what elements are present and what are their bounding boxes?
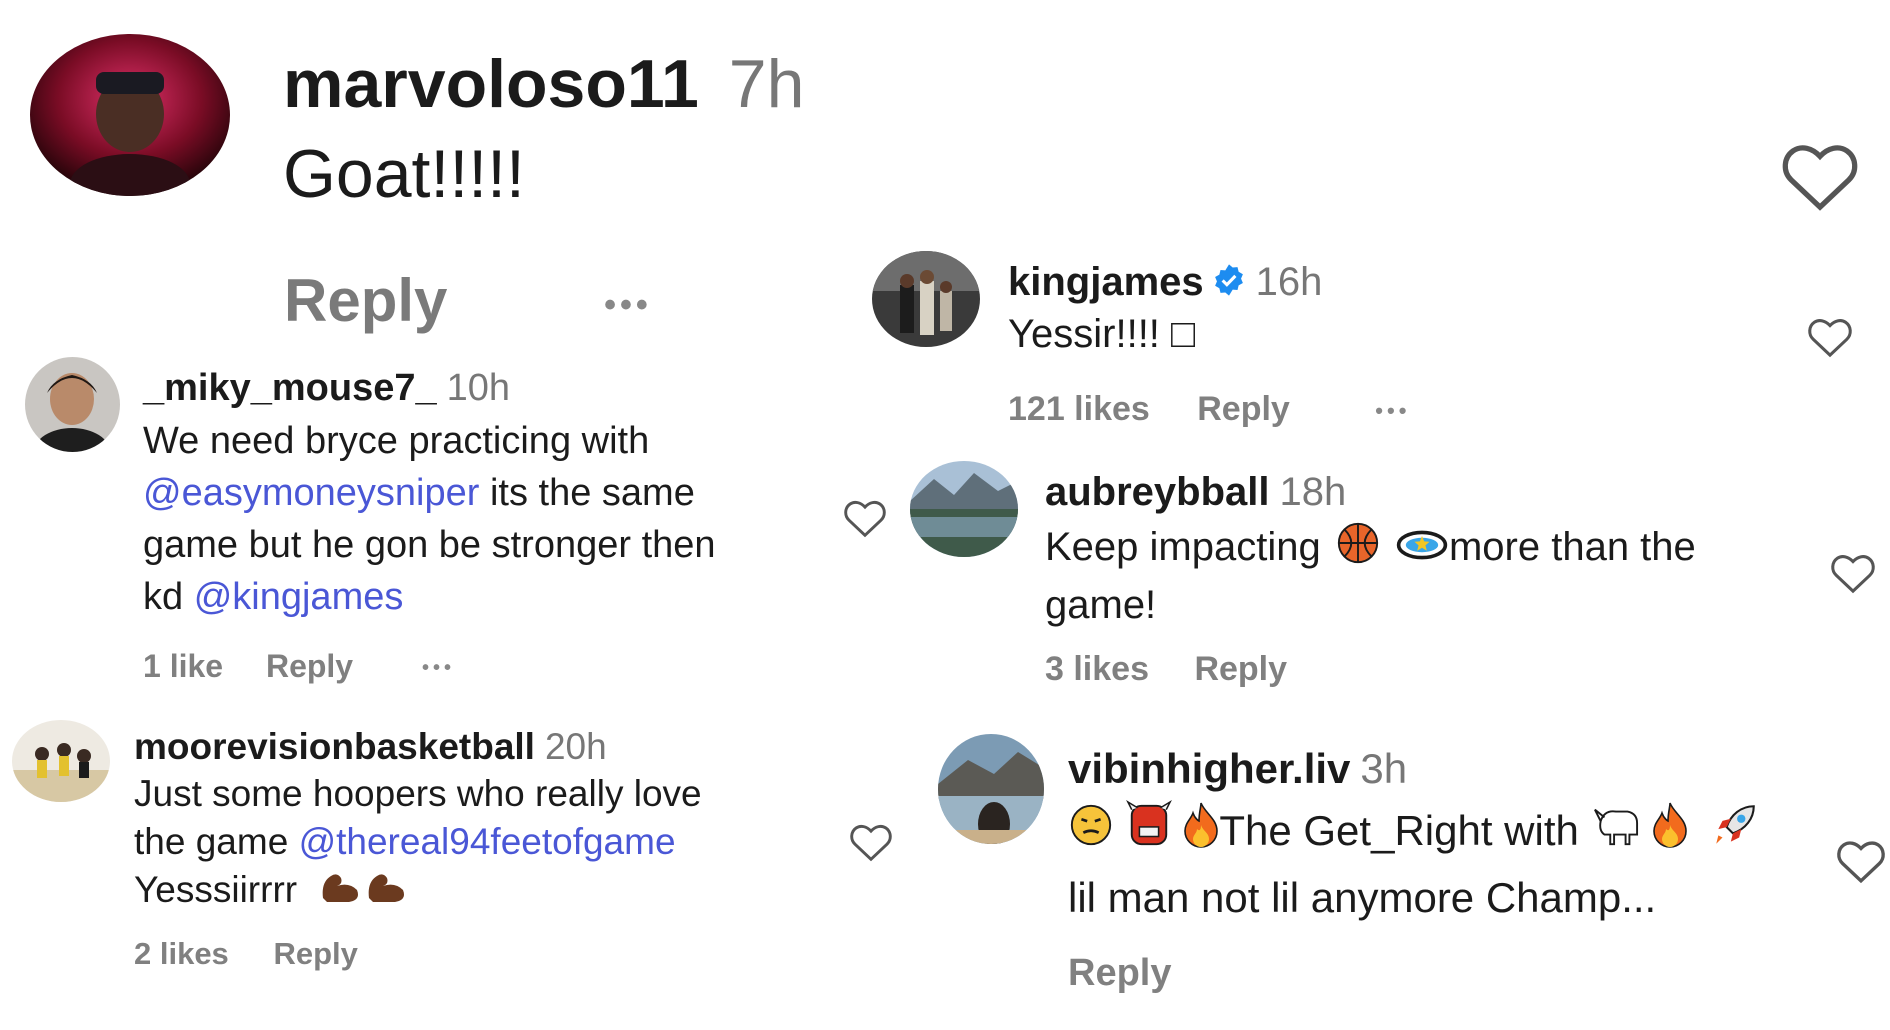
like-heart-icon[interactable] [1835,838,1887,884]
timestamp: 7h [728,46,805,122]
comment-line-text: The Get_Right with [1219,807,1579,854]
comment-body: The Get_Right with lil man not lil anymo… [1068,800,1760,929]
avatar-marvoloso11[interactable] [30,34,230,196]
comment-line-text: its the same [479,472,695,514]
comment-line: game but he gon be stronger then [143,524,716,566]
timestamp: 16h [1255,260,1323,304]
username[interactable]: _miky_mouse7_ [143,367,437,409]
username[interactable]: moorevisionbasketball [134,726,535,767]
flexed-biceps-emoji [319,868,411,916]
likes-count[interactable]: 2 likes [134,936,229,972]
comment-line: kd @kingjames [143,571,716,623]
comment-line-text: more than the [1448,525,1696,570]
avatar-image [872,251,980,347]
comment-line: Just some hoopers who really love [134,773,702,814]
like-heart-icon[interactable] [1828,552,1878,594]
comment-line: Yesssiirrrr [134,866,702,916]
comment-line: lil man not lil anymore Champ... [1068,874,1657,922]
pouting-face-emoji [1068,802,1114,865]
timestamp: 18h [1279,470,1347,514]
comment-text: Goat!!!!! [283,136,525,212]
comment-line: Keep impacting more than the [1045,520,1696,579]
timestamp: 10h [446,367,511,409]
timestamp: 20h [544,726,607,767]
username[interactable]: aubreybball [1045,470,1270,514]
comment-line-text: Keep impacting [1045,525,1332,570]
dizzy-emoji [1395,524,1449,576]
username[interactable]: marvoloso11 [283,46,699,122]
avatar-miky-mouse7[interactable] [25,357,120,452]
avatar-image [30,34,230,196]
like-heart-icon[interactable] [1805,316,1855,358]
mention-link[interactable]: @thereal94feetofgame [299,821,676,862]
more-options-button[interactable]: ••• [422,657,455,680]
likes-count[interactable]: 121 likes [1008,390,1150,429]
avatar-image [25,357,120,452]
avatar-kingjames[interactable] [872,251,980,347]
username[interactable]: vibinhigher.liv [1068,745,1350,792]
reply-button[interactable]: Reply [266,648,353,685]
avatar-image [938,734,1044,844]
more-options-button[interactable]: ••• [1375,398,1410,424]
reply-button[interactable]: Reply [284,266,447,335]
timestamp: 3h [1360,745,1408,792]
reply-button[interactable]: Reply [1194,650,1287,689]
verified-badge-icon [1212,260,1246,308]
comment-line-text: kd [143,576,194,618]
fire-emoji [1652,801,1688,866]
reply-button[interactable]: Reply [273,936,357,972]
comment-line: The Get_Right with [1068,800,1760,867]
ogre-mask-emoji [1125,800,1172,867]
comment-line: We need bryce practicing with [143,420,650,462]
username[interactable]: kingjames [1008,260,1204,304]
comment-line-text: the game [134,821,299,862]
avatar-image [910,461,1018,557]
fire-emoji [1183,801,1219,866]
goat-emoji [1591,802,1641,865]
comment-line-text: Yesssiirrrr [134,869,298,910]
avatar-image [12,720,110,802]
more-options-button[interactable]: ••• [604,286,652,325]
comment-line: game! [1045,583,1157,627]
comment-body: Just some hoopers who really love the ga… [134,770,702,916]
like-heart-icon[interactable] [848,822,894,862]
comment-line: the game @thereal94feetofgame [134,818,702,866]
comment-line: @easymoneysniper its the same [143,467,716,519]
comment-body: We need bryce practicing with @easymoney… [143,415,716,623]
rocket-emoji [1710,800,1760,867]
comment-text: Yessir!!!! □ [1008,312,1196,356]
likes-count[interactable]: 3 likes [1045,650,1149,689]
avatar-moorevisionbasketball[interactable] [12,720,110,802]
mention-link[interactable]: @easymoneysniper [143,472,479,514]
avatar-aubreybball[interactable] [910,461,1018,557]
like-heart-icon[interactable] [842,498,888,538]
reply-button[interactable]: Reply [1197,390,1290,429]
likes-count[interactable]: 1 like [143,648,223,685]
avatar-vibinhigher-liv[interactable] [938,734,1044,844]
comment-body: Keep impacting more than the game! [1045,520,1696,631]
mention-link[interactable]: @kingjames [194,576,404,618]
basketball-emoji [1332,520,1384,579]
like-heart-icon[interactable] [1772,140,1868,212]
reply-button[interactable]: Reply [1068,952,1171,995]
